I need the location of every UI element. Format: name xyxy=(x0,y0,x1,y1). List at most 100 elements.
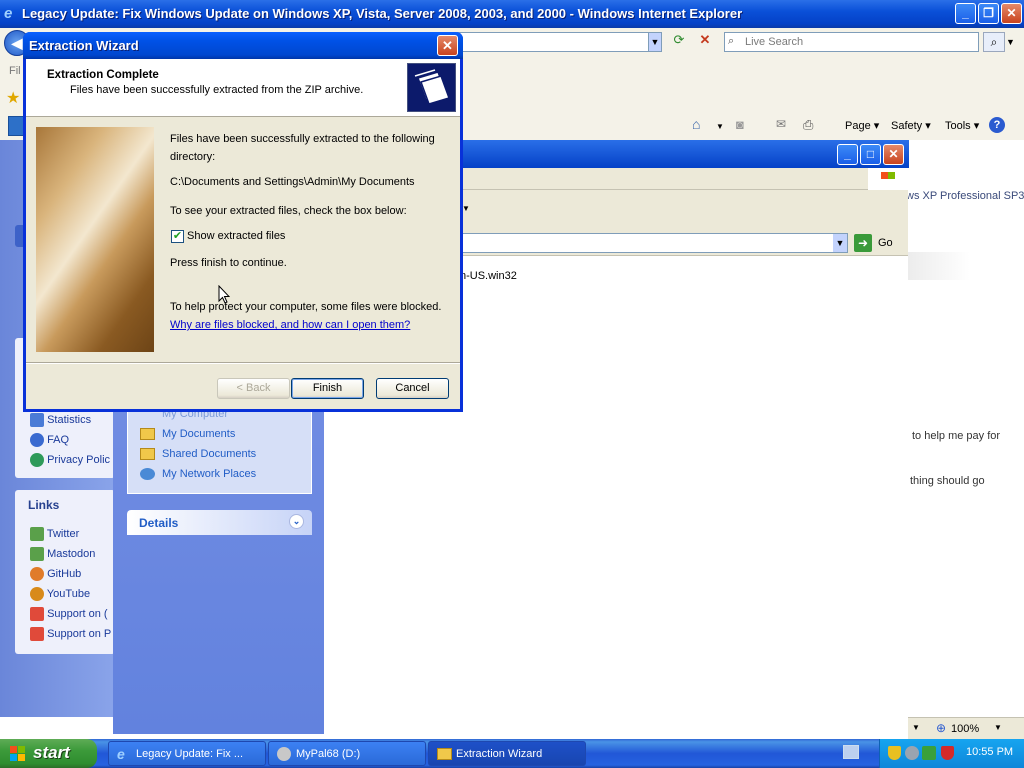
explorer-minimize-button[interactable]: _ xyxy=(837,144,858,165)
side-link-statistics[interactable]: Statistics xyxy=(30,413,91,427)
site-blurred-block xyxy=(908,252,970,280)
go-button[interactable]: Go xyxy=(878,237,893,249)
drive-icon xyxy=(277,747,291,761)
link-label: Mastodon xyxy=(47,547,96,560)
search-input[interactable]: ⌕ Live Search xyxy=(724,32,979,52)
link-github[interactable]: GitHub xyxy=(30,567,81,581)
heart-icon xyxy=(30,607,44,621)
volume-icon[interactable] xyxy=(905,746,919,760)
blocked-files-link[interactable]: Why are files blocked, and how can I ope… xyxy=(170,319,410,331)
link-mastodon[interactable]: Mastodon xyxy=(30,547,95,561)
keyboard-icon[interactable] xyxy=(843,745,859,759)
link-label: YouTube xyxy=(46,587,91,600)
taskbar-item-extraction-wizard[interactable]: Extraction Wizard xyxy=(428,741,586,766)
cancel-button[interactable]: Cancel xyxy=(376,378,449,399)
show-extracted-checkbox[interactable]: ✔ xyxy=(171,230,184,243)
wizard-line2: directory: xyxy=(170,151,216,163)
ie-title-bar[interactable]: e Legacy Update: Fix Windows Update on W… xyxy=(0,0,1024,28)
link-label: Twitter xyxy=(46,527,80,540)
link-label: Support on ( xyxy=(47,607,108,620)
page-menu[interactable]: Page ▾ xyxy=(845,119,879,132)
shared-documents-icon xyxy=(140,448,155,460)
faq-icon xyxy=(30,433,44,447)
wizard-header: Extraction Complete Files have been succ… xyxy=(26,59,460,117)
wizard-title-bar[interactable]: Extraction Wizard ✕ xyxy=(23,32,463,59)
search-options-icon[interactable]: ▼ xyxy=(1006,32,1018,52)
zip-folder-icon xyxy=(407,63,456,112)
close-button[interactable]: ✕ xyxy=(1001,3,1022,24)
link-twitter[interactable]: Twitter xyxy=(30,527,79,541)
wizard-close-button[interactable]: ✕ xyxy=(437,35,458,56)
alert-shield-icon[interactable] xyxy=(941,746,954,760)
ie-logo-icon: e xyxy=(4,5,13,22)
maximize-button[interactable]: ❐ xyxy=(978,3,999,24)
menu-dropdown-icon: ▾ xyxy=(970,120,980,132)
show-extracted-label[interactable]: Show extracted files xyxy=(187,230,285,242)
place-my-documents[interactable]: My Documents xyxy=(162,428,235,440)
wizard-title: Extraction Wizard xyxy=(29,38,139,53)
clock[interactable]: 10:55 PM xyxy=(966,746,1013,758)
network-icon[interactable] xyxy=(922,746,936,760)
heart-icon xyxy=(30,627,44,641)
ie-icon: e xyxy=(117,746,125,762)
link-support-1[interactable]: Support on ( xyxy=(30,607,108,621)
back-button[interactable]: < Back xyxy=(217,378,290,399)
zoom-dropdown-icon[interactable]: ▼ xyxy=(994,723,1002,732)
wizard-separator xyxy=(26,362,460,364)
start-button[interactable]: start xyxy=(0,739,97,768)
minimize-button[interactable]: _ xyxy=(955,3,976,24)
favorites-star-icon[interactable]: ★ xyxy=(6,88,20,108)
mastodon-icon xyxy=(30,547,44,561)
search-icon: ⌕ xyxy=(728,35,735,47)
security-shield-icon[interactable] xyxy=(888,746,901,760)
side-link-label: Statistics xyxy=(47,413,92,426)
taskbar-item-mypal68[interactable]: MyPal68 (D:) xyxy=(268,741,426,766)
wizard-header-title: Extraction Complete xyxy=(47,69,159,81)
search-go-button[interactable]: ⌕ xyxy=(983,32,1005,52)
wizard-checkbox-hint: To see your extracted files, check the b… xyxy=(170,205,407,217)
taskbar-item-label: MyPal68 (D:) xyxy=(296,748,361,760)
side-link-faq[interactable]: FAQ xyxy=(30,433,69,447)
views-dropdown-icon[interactable]: ▼ xyxy=(462,204,470,213)
wizard-line1: Files have been successfully extracted t… xyxy=(170,133,435,145)
stop-icon[interactable]: ✕ xyxy=(694,32,716,52)
status-dropdown-icon[interactable]: ▼ xyxy=(912,723,920,732)
safety-menu[interactable]: Safety ▾ xyxy=(891,119,931,132)
menu-file[interactable]: Fil xyxy=(9,65,21,77)
side-link-privacy[interactable]: Privacy Polic xyxy=(30,453,110,467)
file-item[interactable]: n-US.win32 xyxy=(460,270,517,282)
details-panel-header[interactable]: Details ⌄ xyxy=(127,510,312,535)
taskbar-item-label: Legacy Update: Fix ... xyxy=(136,748,243,760)
finish-button[interactable]: Finish xyxy=(291,378,364,399)
explorer-maximize-button[interactable]: □ xyxy=(860,144,881,165)
feeds-icon[interactable]: ◙ xyxy=(736,117,744,132)
home-icon[interactable]: ⌂ xyxy=(692,116,700,132)
links-heading: Links xyxy=(28,498,60,512)
link-label: GitHub xyxy=(47,567,82,580)
place-shared-documents[interactable]: Shared Documents xyxy=(162,448,256,460)
print-icon[interactable]: ⎙ xyxy=(803,117,813,133)
address-dropdown-icon[interactable]: ▼ xyxy=(833,234,847,252)
side-link-label: Privacy Polic xyxy=(47,453,111,466)
side-link-label: FAQ xyxy=(47,433,70,446)
zoom-level[interactable]: 100% xyxy=(951,723,979,735)
explorer-close-button[interactable]: ✕ xyxy=(883,144,904,165)
ie-window-title: Legacy Update: Fix Windows Update on Win… xyxy=(22,6,743,21)
help-icon[interactable]: ? xyxy=(989,117,1005,133)
link-support-2[interactable]: Support on P xyxy=(30,627,111,641)
wizard-blocked-text: To help protect your computer, some file… xyxy=(170,301,442,313)
tools-menu[interactable]: Tools ▾ xyxy=(945,119,979,132)
home-dropdown-icon[interactable]: ▼ xyxy=(716,122,724,131)
place-my-network[interactable]: My Network Places xyxy=(162,468,256,480)
mail-icon[interactable]: ✉ xyxy=(776,117,786,131)
expand-chevron-icon[interactable]: ⌄ xyxy=(289,514,304,529)
taskbar-item-legacy-update[interactable]: e Legacy Update: Fix ... xyxy=(108,741,266,766)
wizard-side-image xyxy=(36,127,154,352)
link-youtube[interactable]: YouTube xyxy=(30,587,90,601)
address-dropdown-icon[interactable]: ▼ xyxy=(648,32,662,52)
go-arrow-icon[interactable]: ➜ xyxy=(854,234,872,252)
site-body-text-1: to help me pay for xyxy=(912,430,1001,442)
refresh-icon[interactable]: ⟳ xyxy=(668,32,690,52)
site-body-text-2: thing should go xyxy=(910,475,985,487)
details-heading: Details xyxy=(139,516,179,530)
